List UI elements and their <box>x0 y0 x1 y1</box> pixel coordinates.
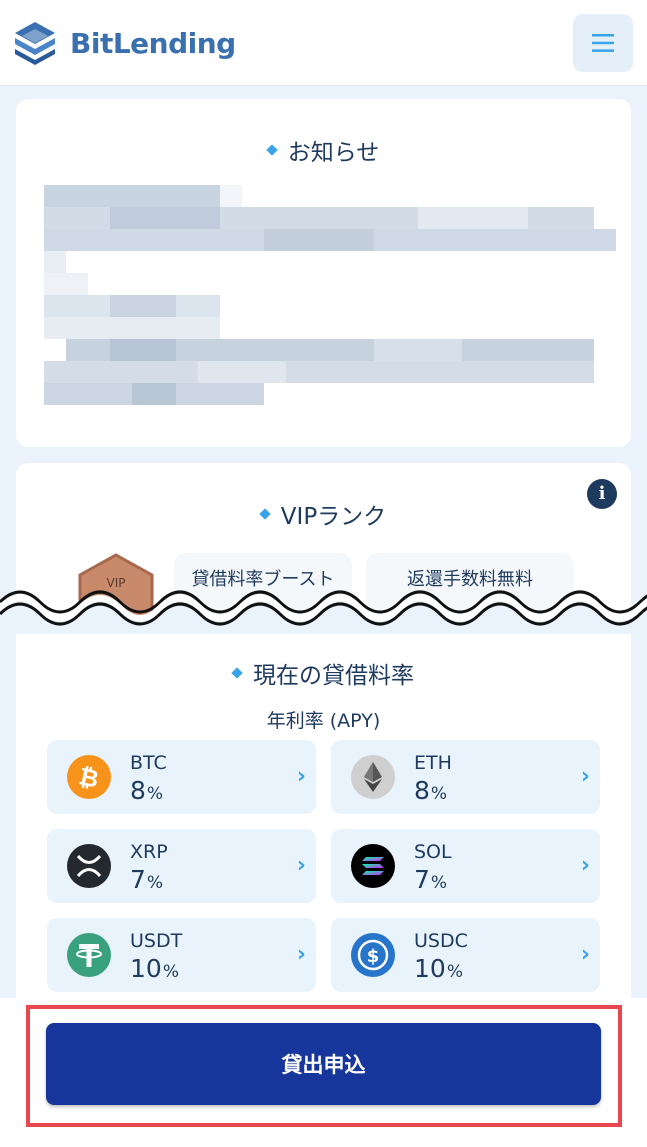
coin-rate: 7% <box>414 865 447 894</box>
coin-rate-value: 8 <box>414 776 430 805</box>
rates-card: 現在の貸借料率 年利率 (APY) ₿ BTC 8% › ETH 8% › XR… <box>16 616 631 1016</box>
coin-rate: 8% <box>130 776 163 805</box>
usdc-icon: $ <box>351 933 395 977</box>
coin-rate-unit: % <box>146 873 164 893</box>
coin-name: XRP <box>130 841 168 863</box>
diamond-bullet-icon <box>259 508 271 520</box>
info-icon[interactable]: i <box>587 479 617 509</box>
bitlending-logo-icon <box>15 22 55 65</box>
coin-rate: 7% <box>130 865 163 894</box>
diamond-bullet-icon <box>266 144 278 156</box>
coin-name: ETH <box>414 752 452 774</box>
coin-name: BTC <box>130 752 167 774</box>
coin-name: SOL <box>414 841 452 863</box>
coin-rate-unit: % <box>162 962 179 982</box>
notice-title-text: お知らせ <box>287 140 380 166</box>
solana-icon <box>351 844 395 888</box>
xrp-icon <box>67 844 111 888</box>
chevron-right-icon: › <box>296 764 306 789</box>
menu-button[interactable] <box>573 14 633 72</box>
coin-rate: 10% <box>414 954 463 983</box>
svg-text:$: $ <box>367 946 380 967</box>
coin-rate-unit: % <box>430 784 448 804</box>
coin-card-eth[interactable]: ETH 8% › <box>331 740 600 814</box>
ethereum-icon <box>351 755 395 799</box>
apply-loan-button-label: 貸出申込 <box>281 1053 366 1077</box>
coin-card-usdc[interactable]: $ USDC 10% › <box>331 918 600 992</box>
logo-text: BitLending <box>70 26 236 60</box>
coin-card-usdt[interactable]: USDT 10% › <box>47 918 316 992</box>
coin-name: USDC <box>414 930 468 952</box>
chevron-right-icon: › <box>580 942 590 967</box>
chevron-right-icon: › <box>296 853 306 878</box>
coin-rate: 8% <box>414 776 447 805</box>
hamburger-icon <box>592 34 614 52</box>
diamond-bullet-icon <box>231 667 243 679</box>
coin-rate-unit: % <box>146 784 164 804</box>
notice-card: お知らせ <box>16 99 631 447</box>
chevron-right-icon: › <box>580 853 590 878</box>
redacted-notice-text <box>44 185 616 405</box>
chevron-right-icon: › <box>296 942 306 967</box>
apply-loan-button[interactable]: 貸出申込 <box>46 1023 601 1105</box>
logo[interactable]: BitLending <box>12 20 236 66</box>
notice-title: お知らせ <box>16 99 631 167</box>
coin-rate-unit: % <box>446 962 463 982</box>
coin-rate-value: 8 <box>130 776 146 805</box>
apy-label: 年利率 (APY) <box>266 710 381 732</box>
coin-rate: 10% <box>130 954 179 983</box>
coin-rate-value: 10 <box>130 954 162 983</box>
coin-name: USDT <box>130 930 183 952</box>
bitcoin-icon: ₿ <box>67 755 111 799</box>
cut-separator <box>0 590 647 634</box>
coin-rate-value: 7 <box>414 865 430 894</box>
coin-card-btc[interactable]: ₿ BTC 8% › <box>47 740 316 814</box>
vip-title-text: VIPランク <box>280 504 387 530</box>
coin-rate-value: 10 <box>414 954 446 983</box>
vip-title: VIPランク <box>16 463 631 531</box>
app-header: BitLending <box>0 0 647 86</box>
coin-card-sol[interactable]: SOL 7% › <box>331 829 600 903</box>
chevron-right-icon: › <box>580 764 590 789</box>
rates-title-text: 現在の貸借料率 <box>253 663 414 689</box>
coin-rate-unit: % <box>430 873 448 893</box>
tether-icon <box>67 933 111 977</box>
coin-rate-value: 7 <box>130 865 146 894</box>
coin-card-xrp[interactable]: XRP 7% › <box>47 829 316 903</box>
